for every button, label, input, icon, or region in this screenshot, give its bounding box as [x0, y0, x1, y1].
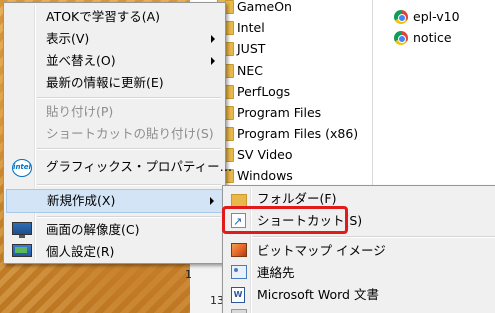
- display-resolution-icon: [12, 222, 32, 238]
- menu-separator: [37, 97, 221, 99]
- screen: GameOn Intel JUST NEC PerfLogs Program F…: [0, 0, 495, 313]
- folder-item[interactable]: PerfLogs: [217, 81, 291, 102]
- submenu-item-label: フォルダー(F): [257, 191, 337, 206]
- contact-icon: [231, 265, 247, 279]
- new-submenu: フォルダー(F) ショートカット(S) ビットマップ イメージ 連絡先 W Mi…: [222, 185, 495, 313]
- explorer-right-pane: epl-v10 notice: [373, 0, 495, 190]
- menu-separator: [37, 184, 221, 186]
- menu-item-view[interactable]: 表示(V): [6, 28, 223, 50]
- submenu-item-label: ショートカット(S): [257, 213, 363, 228]
- submenu-item-label: 連絡先: [257, 265, 295, 280]
- menu-item-personalize[interactable]: 個人設定(R): [6, 241, 223, 263]
- submenu-item-label: ビットマップ イメージ: [257, 243, 386, 258]
- menu-item-label: ショートカットの貼り付け(S): [46, 126, 214, 141]
- background-text: 1: [185, 268, 192, 281]
- folder-item[interactable]: JUST: [217, 38, 266, 59]
- submenu-item-label: Microsoft Word 文書: [257, 287, 379, 302]
- submenu-item-contact[interactable]: 連絡先: [225, 262, 495, 284]
- menu-item-label: グラフィックス・プロパティー…: [46, 159, 233, 174]
- shortcut-icon: [231, 211, 246, 233]
- folder-label: GameOn: [237, 0, 292, 14]
- menu-item-label: 個人設定(R): [46, 244, 115, 259]
- personalize-icon: [12, 244, 32, 257]
- file-label: notice: [413, 30, 452, 45]
- folder-label: Program Files (x86): [237, 126, 359, 141]
- menu-item-sort[interactable]: 並べ替え(O): [6, 50, 223, 72]
- chevron-right-icon: [211, 57, 215, 65]
- menu-item-label: ATOKで学習する(A): [46, 9, 161, 24]
- chevron-right-icon: [211, 35, 215, 43]
- folder-item[interactable]: GameOn: [217, 0, 292, 17]
- menu-item-label: 表示(V): [46, 31, 90, 46]
- folder-label: Program Files: [237, 105, 322, 120]
- menu-item-label: 貼り付け(P): [46, 104, 114, 119]
- folder-label: NEC: [237, 63, 263, 78]
- file-item[interactable]: epl-v10: [394, 7, 460, 27]
- folder-label: Intel: [237, 20, 265, 35]
- chevron-right-icon: [210, 197, 214, 205]
- file-item[interactable]: notice: [394, 28, 452, 48]
- submenu-item-shortcut[interactable]: ショートカット(S): [225, 210, 495, 233]
- menu-item-atok-learn[interactable]: ATOKで学習する(A): [6, 6, 223, 28]
- menu-item-paste-shortcut[interactable]: ショートカットの貼り付け(S): [6, 123, 223, 145]
- submenu-item-bitmap[interactable]: ビットマップ イメージ: [225, 240, 495, 262]
- submenu-item-folder[interactable]: フォルダー(F): [225, 188, 495, 210]
- folder-item[interactable]: Intel: [217, 17, 265, 38]
- submenu-item-cutoff[interactable]: [225, 306, 495, 313]
- folder-item[interactable]: Program Files: [217, 102, 322, 123]
- file-label: epl-v10: [413, 9, 460, 24]
- desktop-context-menu: ATOKで学習する(A) 表示(V) 並べ替え(O) 最新の情報に更新(E) 貼…: [3, 2, 232, 264]
- folder-label: SV Video: [237, 147, 293, 162]
- folder-label: JUST: [237, 41, 266, 56]
- explorer-folder-list: GameOn Intel JUST NEC PerfLogs Program F…: [215, 0, 375, 190]
- menu-item-graphics-properties[interactable]: intel グラフィックス・プロパティー…: [6, 156, 232, 178]
- menu-item-new[interactable]: 新規作成(X): [6, 189, 223, 213]
- chrome-icon: [394, 10, 408, 24]
- word-icon: W: [231, 287, 245, 303]
- menu-item-refresh[interactable]: 最新の情報に更新(E): [6, 72, 223, 94]
- menu-separator: [252, 236, 495, 238]
- menu-item-screen-resolution[interactable]: 画面の解像度(C): [6, 219, 223, 241]
- menu-separator: [37, 148, 221, 150]
- folder-label: PerfLogs: [237, 84, 291, 99]
- document-icon: [231, 309, 247, 313]
- folder-item[interactable]: Windows: [217, 165, 293, 186]
- bitmap-icon: [231, 243, 247, 257]
- folder-item[interactable]: NEC: [217, 60, 263, 81]
- folder-item[interactable]: Program Files (x86): [217, 123, 359, 144]
- menu-item-label: 新規作成(X): [47, 193, 116, 208]
- intel-icon: intel: [12, 159, 32, 177]
- folder-icon: [231, 194, 247, 207]
- menu-item-label: 画面の解像度(C): [46, 222, 140, 237]
- menu-item-paste[interactable]: 貼り付け(P): [6, 101, 223, 123]
- menu-separator: [37, 216, 221, 218]
- menu-item-label: 最新の情報に更新(E): [46, 75, 164, 90]
- submenu-item-word[interactable]: W Microsoft Word 文書: [225, 284, 495, 306]
- folder-item[interactable]: SV Video: [217, 144, 293, 165]
- menu-item-label: 並べ替え(O): [46, 53, 116, 68]
- chrome-icon: [394, 31, 408, 45]
- folder-label: Windows: [237, 168, 293, 183]
